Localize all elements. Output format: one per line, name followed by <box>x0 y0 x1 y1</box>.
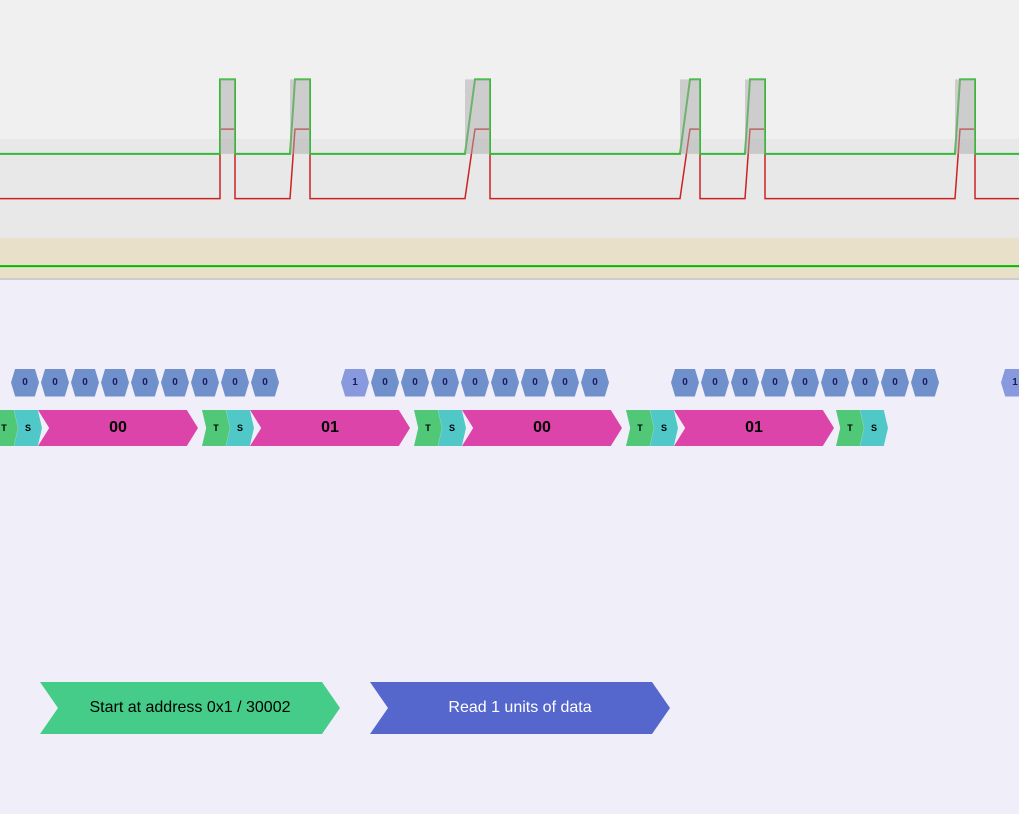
labels-area: Start at address 0x1 / 30002 Read 1 unit… <box>0 682 1019 734</box>
bit: 0 <box>761 369 789 397</box>
bit: 0 <box>221 369 249 397</box>
bit-group-2: 1 0 0 0 0 0 0 0 0 <box>340 369 610 397</box>
frame-s-2: S <box>226 410 254 446</box>
bit-groups-row: 0 0 0 0 0 0 0 0 0 1 0 0 0 0 0 0 0 0 <box>0 360 1019 405</box>
frame-data-4: 01 <box>674 410 834 446</box>
frame-t-4: T <box>626 410 654 446</box>
bit: 1 <box>341 369 369 397</box>
bit: 0 <box>701 369 729 397</box>
bit: 0 <box>371 369 399 397</box>
bit: 0 <box>461 369 489 397</box>
frame-t-3: T <box>414 410 442 446</box>
bit: 0 <box>821 369 849 397</box>
read-label: Read 1 units of data <box>370 682 670 734</box>
bit: 0 <box>431 369 459 397</box>
bit: 0 <box>581 369 609 397</box>
data-area: 0 0 0 0 0 0 0 0 0 1 0 0 0 0 0 0 0 0 <box>0 280 1019 814</box>
bit: 0 <box>191 369 219 397</box>
bit: 0 <box>671 369 699 397</box>
bit: 0 <box>731 369 759 397</box>
frame-data-3: 00 <box>462 410 622 446</box>
bit: 0 <box>881 369 909 397</box>
frame-s-3: S <box>438 410 466 446</box>
bit: 0 <box>251 369 279 397</box>
bit: 0 <box>71 369 99 397</box>
address-label: Start at address 0x1 / 30002 <box>40 682 340 734</box>
bit: 0 <box>41 369 69 397</box>
frame-s-4: S <box>650 410 678 446</box>
bit: 0 <box>11 369 39 397</box>
bit: 0 <box>521 369 549 397</box>
bit: 0 <box>551 369 579 397</box>
bit: 1 <box>1001 369 1019 397</box>
bit-group-4: 1 0 0 0 0 0 0 0 0 <box>1000 369 1019 397</box>
bit: 0 <box>491 369 519 397</box>
bit: 0 <box>911 369 939 397</box>
bit: 0 <box>161 369 189 397</box>
bit: 0 <box>851 369 879 397</box>
frame-data-2: 01 <box>250 410 410 446</box>
bit: 0 <box>401 369 429 397</box>
bit: 0 <box>131 369 159 397</box>
frame-t-5: T <box>836 410 864 446</box>
data-frames-container: 0 0 0 0 0 0 0 0 0 1 0 0 0 0 0 0 0 0 <box>0 360 1019 460</box>
bit-group-1: 0 0 0 0 0 0 0 0 0 <box>10 369 280 397</box>
bit-group-3: 0 0 0 0 0 0 0 0 0 <box>670 369 940 397</box>
frame-s-1: S <box>14 410 42 446</box>
bit: 0 <box>101 369 129 397</box>
frame-t-2: T <box>202 410 230 446</box>
bit: 0 <box>791 369 819 397</box>
frame-data-1: 00 <box>38 410 198 446</box>
protocol-row: T S 00 T S 01 T S 00 T S 01 <box>0 408 888 448</box>
frame-s-5: S <box>860 410 888 446</box>
waveform-area <box>0 0 1019 280</box>
